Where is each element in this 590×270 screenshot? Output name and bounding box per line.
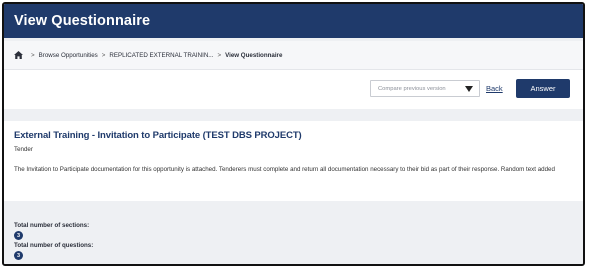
breadcrumb-separator: > (101, 51, 106, 59)
answer-button[interactable]: Answer (516, 79, 570, 98)
sections-count-badge: 3 (14, 231, 23, 240)
questionnaire-type: Tender (14, 146, 33, 153)
back-link[interactable]: Back (486, 84, 503, 93)
compare-version-placeholder: Compare previous version (378, 86, 446, 92)
section-gap (4, 109, 583, 121)
toolbar: Compare previous version Back Answer (4, 69, 583, 109)
breadcrumb-item-current: View Questionnaire (225, 51, 283, 59)
breadcrumb-separator: > (217, 51, 222, 59)
sections-count-label: Total number of sections: (14, 222, 90, 229)
questionnaire-description: The Invitation to Participate documentat… (14, 166, 555, 173)
home-icon[interactable] (14, 51, 23, 59)
page-title: View Questionnaire (14, 13, 151, 29)
questionnaire-title: External Training - Invitation to Partic… (14, 130, 302, 141)
breadcrumb: > Browse Opportunities > REPLICATED EXTE… (4, 41, 583, 69)
app-window: View Questionnaire > Browse Opportunitie… (2, 2, 585, 266)
breadcrumb-separator: > (31, 51, 35, 59)
questions-count-label: Total number of questions: (14, 242, 94, 249)
questionnaire-details: External Training - Invitation to Partic… (4, 121, 583, 201)
page-header: View Questionnaire (4, 4, 583, 38)
breadcrumb-item-browse-opportunities[interactable]: Browse Opportunities (39, 52, 98, 59)
questionnaire-stats: Total number of sections: 3 Total number… (4, 201, 583, 264)
compare-version-select[interactable]: Compare previous version (370, 80, 480, 97)
breadcrumb-item-opportunity[interactable]: REPLICATED EXTERNAL TRAININ... (109, 52, 213, 59)
questions-count-badge: 3 (14, 251, 23, 260)
caret-down-icon (465, 86, 473, 92)
